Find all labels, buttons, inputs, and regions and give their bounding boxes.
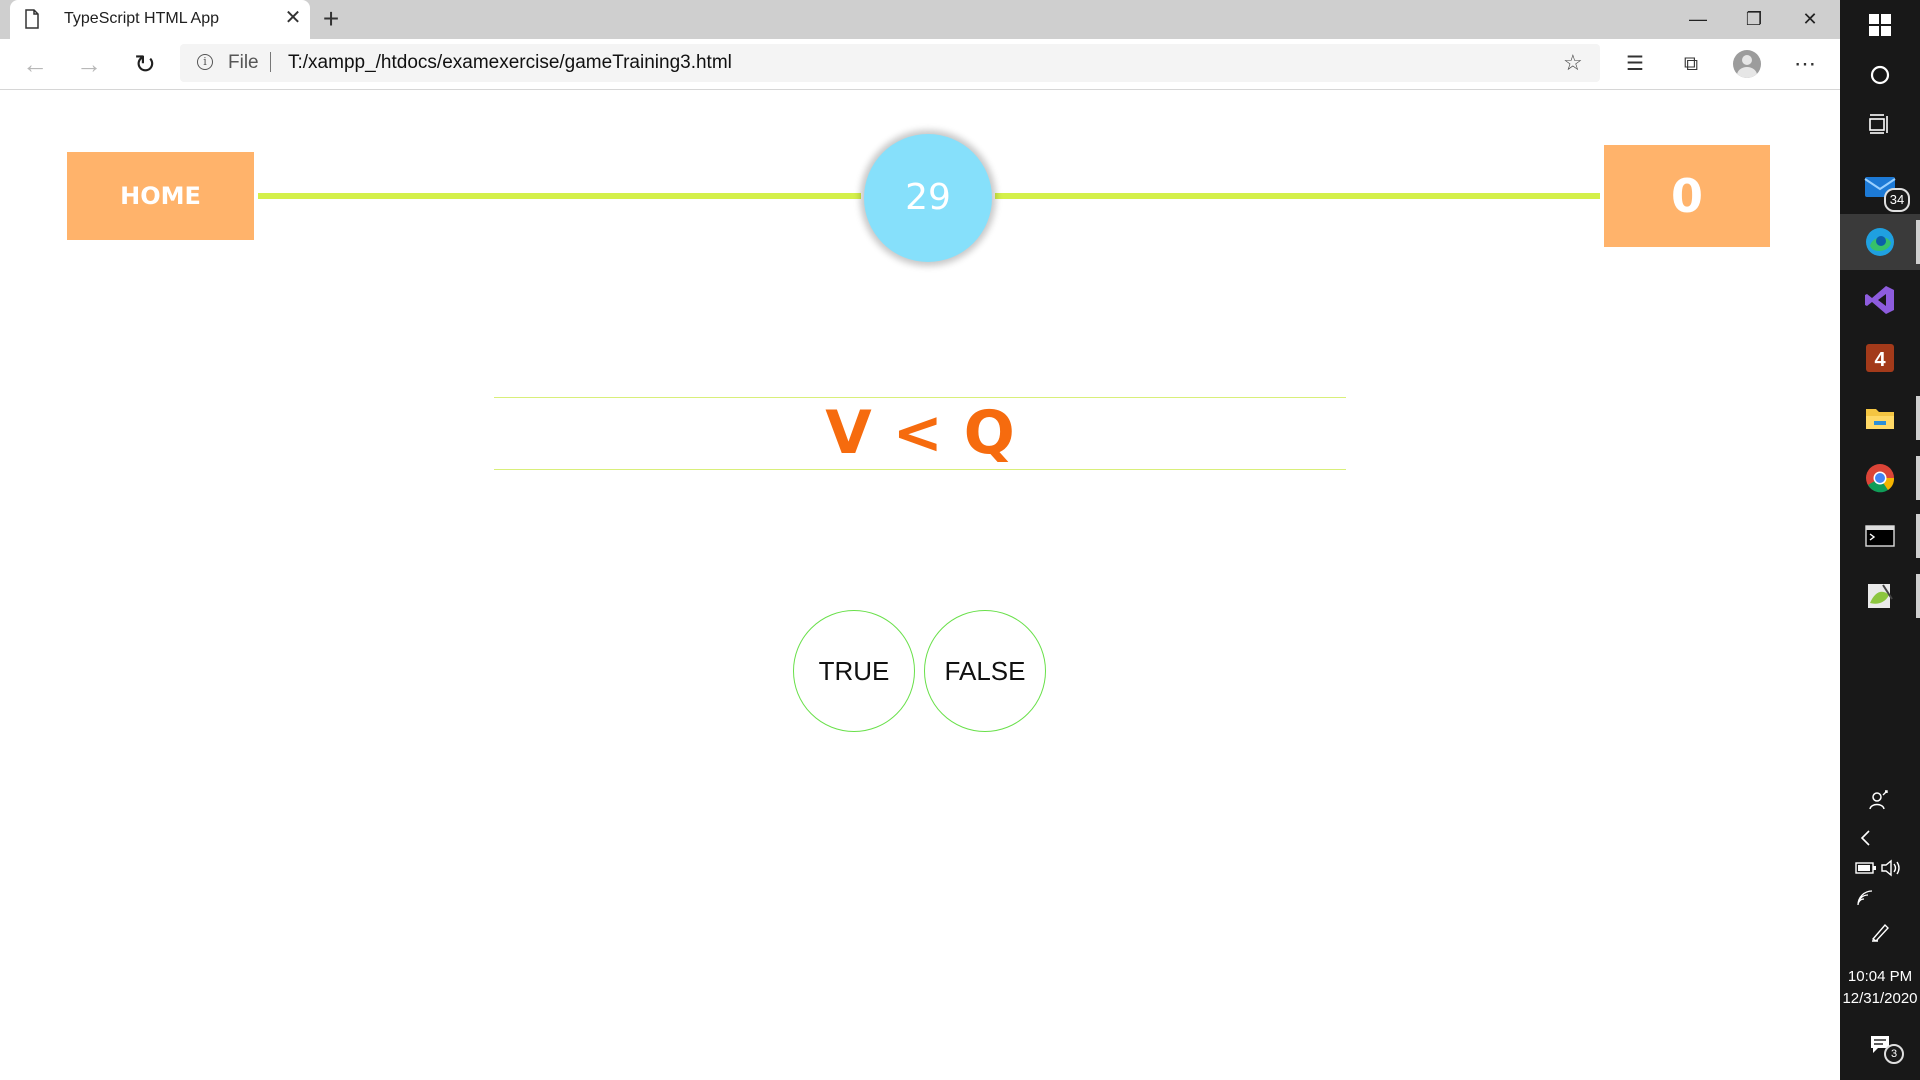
collections-icon[interactable]: ⧉	[1674, 47, 1708, 81]
windows-start-icon[interactable]	[1840, 0, 1920, 53]
restore-icon[interactable]: ❐	[1726, 0, 1782, 39]
back-arrow-icon[interactable]: ←	[18, 47, 52, 81]
task-view-icon[interactable]	[1840, 96, 1920, 152]
windows-taskbar: 34 4 10:04 PM 12/31/2020 3	[1840, 0, 1920, 1080]
timer-track-right	[995, 193, 1600, 199]
countdown-timer: 29	[864, 134, 992, 262]
document-icon	[25, 9, 39, 29]
terminal-icon[interactable]	[1840, 508, 1920, 564]
pen-icon[interactable]	[1840, 904, 1920, 960]
clock-date[interactable]: 12/31/2020	[1840, 990, 1920, 1007]
new-tab-icon[interactable]: +	[316, 4, 346, 34]
window-close-icon[interactable]: ✕	[1782, 0, 1838, 39]
file-explorer-icon[interactable]	[1840, 390, 1920, 446]
forward-arrow-icon[interactable]: →	[72, 47, 106, 81]
svg-text:4: 4	[1874, 349, 1886, 371]
question-bottom-border	[494, 469, 1346, 470]
address-bar: ← → ↻ i File T:/xampp_/htdocs/examexerci…	[0, 39, 1840, 90]
chrome-icon[interactable]	[1840, 450, 1920, 506]
refresh-icon[interactable]: ↻	[128, 47, 162, 81]
url-text[interactable]: T:/xampp_/htdocs/examexercise/gameTraini…	[288, 52, 732, 74]
more-options-icon[interactable]: ⋯	[1788, 47, 1822, 81]
tab-close-icon[interactable]: ✕	[282, 7, 304, 29]
notepad-plus-icon[interactable]	[1840, 568, 1920, 624]
url-divider	[270, 52, 271, 72]
minimize-icon[interactable]: —	[1670, 0, 1726, 39]
action-center-icon[interactable]: 3	[1840, 1016, 1920, 1072]
url-scheme-label: File	[228, 52, 259, 73]
true-button[interactable]: TRUE	[793, 610, 915, 732]
favorite-star-icon[interactable]: ☆	[1563, 50, 1583, 76]
mail-icon[interactable]: 34	[1840, 158, 1920, 214]
question-text: V < Q	[825, 398, 1015, 468]
false-button[interactable]: FALSE	[924, 610, 1046, 732]
edge-icon[interactable]	[1840, 214, 1920, 270]
timer-track-left	[258, 193, 861, 199]
favorites-icon[interactable]: ☰	[1618, 47, 1652, 81]
search-circle-icon[interactable]	[1840, 47, 1920, 103]
home-button[interactable]: HOME	[67, 152, 254, 240]
profile-avatar[interactable]	[1733, 50, 1761, 78]
tab-bar: TypeScript HTML App ✕ + — ❐ ✕	[0, 0, 1840, 39]
notification-badge: 3	[1884, 1044, 1904, 1064]
browser-tab[interactable]: TypeScript HTML App ✕	[10, 0, 310, 39]
clock-time[interactable]: 10:04 PM	[1840, 968, 1920, 985]
app-four-icon[interactable]: 4	[1840, 330, 1920, 386]
info-icon[interactable]: i	[197, 54, 213, 70]
visual-studio-icon[interactable]	[1840, 272, 1920, 328]
mail-badge: 34	[1884, 188, 1910, 212]
tab-title: TypeScript HTML App	[64, 10, 220, 27]
url-field[interactable]: i File T:/xampp_/htdocs/examexercise/gam…	[180, 44, 1600, 82]
score-display: 0	[1604, 145, 1770, 247]
